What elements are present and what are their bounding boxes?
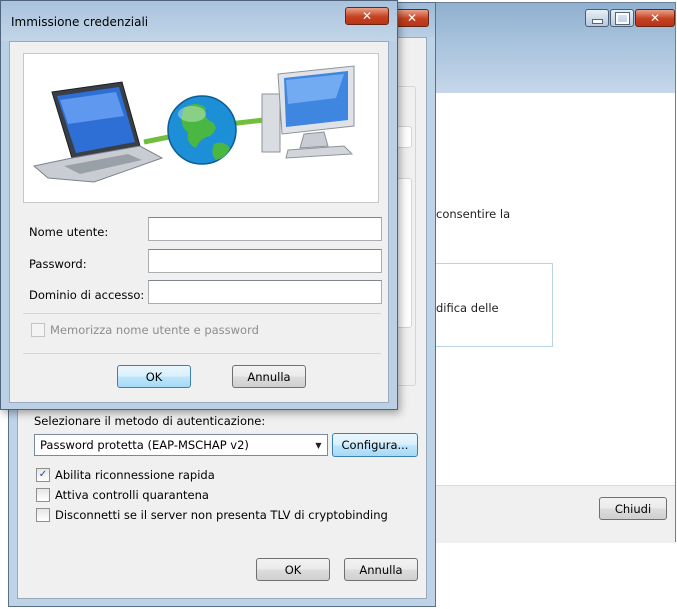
- partial-text-1: consentire la: [436, 207, 511, 221]
- maximize-icon: [614, 11, 630, 25]
- auth-method-dropdown[interactable]: Password protetta (EAP-MSCHAP v2) ▼: [34, 434, 328, 456]
- separator: [23, 353, 381, 354]
- quarantine-label: Attiva controlli quarantena: [55, 488, 209, 502]
- chiudi-button[interactable]: Chiudi: [599, 497, 667, 520]
- cryptobinding-label: Disconnetti se il server non presenta TL…: [55, 508, 388, 522]
- password-input[interactable]: [148, 249, 382, 273]
- eap-ok-button[interactable]: OK: [256, 558, 330, 581]
- configure-button[interactable]: Configura...: [332, 433, 418, 457]
- remember-checkbox[interactable]: [31, 323, 45, 337]
- fast-reconnect-label: Abilita riconnessione rapida: [55, 468, 215, 482]
- close-button[interactable]: ✕: [635, 9, 675, 27]
- close-icon: ✕: [361, 9, 373, 23]
- minimize-icon: [591, 18, 603, 24]
- separator: [23, 313, 381, 314]
- maximize-button[interactable]: [610, 9, 634, 27]
- remember-option[interactable]: Memorizza nome utente e password: [31, 323, 259, 337]
- auth-method-label: Selezionare il metodo di autenticazione:: [34, 414, 266, 428]
- network-banner-image: [23, 53, 379, 203]
- domain-input[interactable]: [148, 280, 382, 304]
- credentials-close-button[interactable]: ✕: [345, 7, 389, 25]
- minimize-button[interactable]: [585, 9, 609, 27]
- close-icon: ✕: [406, 11, 418, 25]
- close-icon: ✕: [649, 11, 661, 25]
- remember-label: Memorizza nome utente e password: [50, 323, 259, 337]
- partial-text-2: difica delle: [436, 301, 499, 315]
- fast-reconnect-checkbox[interactable]: ✓: [36, 468, 50, 482]
- cryptobinding-option[interactable]: Disconnetti se il server non presenta TL…: [36, 508, 388, 522]
- cancel-button[interactable]: Annulla: [232, 365, 306, 388]
- laptop-icon: [32, 81, 164, 183]
- chevron-down-icon: ▼: [315, 440, 322, 450]
- username-label: Nome utente:: [29, 225, 109, 239]
- background-window: ✕ consentire la difica delle Chiudi: [408, 2, 676, 543]
- desktop-computer-icon: [261, 65, 355, 159]
- credentials-dialog: Immissione credenziali ✕ Nome utente: Pa…: [0, 0, 398, 410]
- dialog-title: Immissione credenziali: [11, 15, 149, 29]
- eap-close-button[interactable]: ✕: [395, 9, 429, 27]
- network-illustration: [32, 65, 355, 183]
- globe-icon: [167, 95, 237, 165]
- quarantine-checkbox[interactable]: [36, 488, 50, 502]
- quarantine-option[interactable]: Attiva controlli quarantena: [36, 488, 209, 502]
- password-label: Password:: [29, 257, 87, 271]
- ok-button[interactable]: OK: [117, 365, 191, 388]
- username-input[interactable]: [148, 217, 382, 241]
- domain-label: Dominio di accesso:: [29, 288, 145, 302]
- fast-reconnect-option[interactable]: ✓ Abilita riconnessione rapida: [36, 468, 215, 482]
- cryptobinding-checkbox[interactable]: [36, 508, 50, 522]
- eap-cancel-button[interactable]: Annulla: [344, 558, 418, 581]
- auth-method-value: Password protetta (EAP-MSCHAP v2): [40, 438, 249, 452]
